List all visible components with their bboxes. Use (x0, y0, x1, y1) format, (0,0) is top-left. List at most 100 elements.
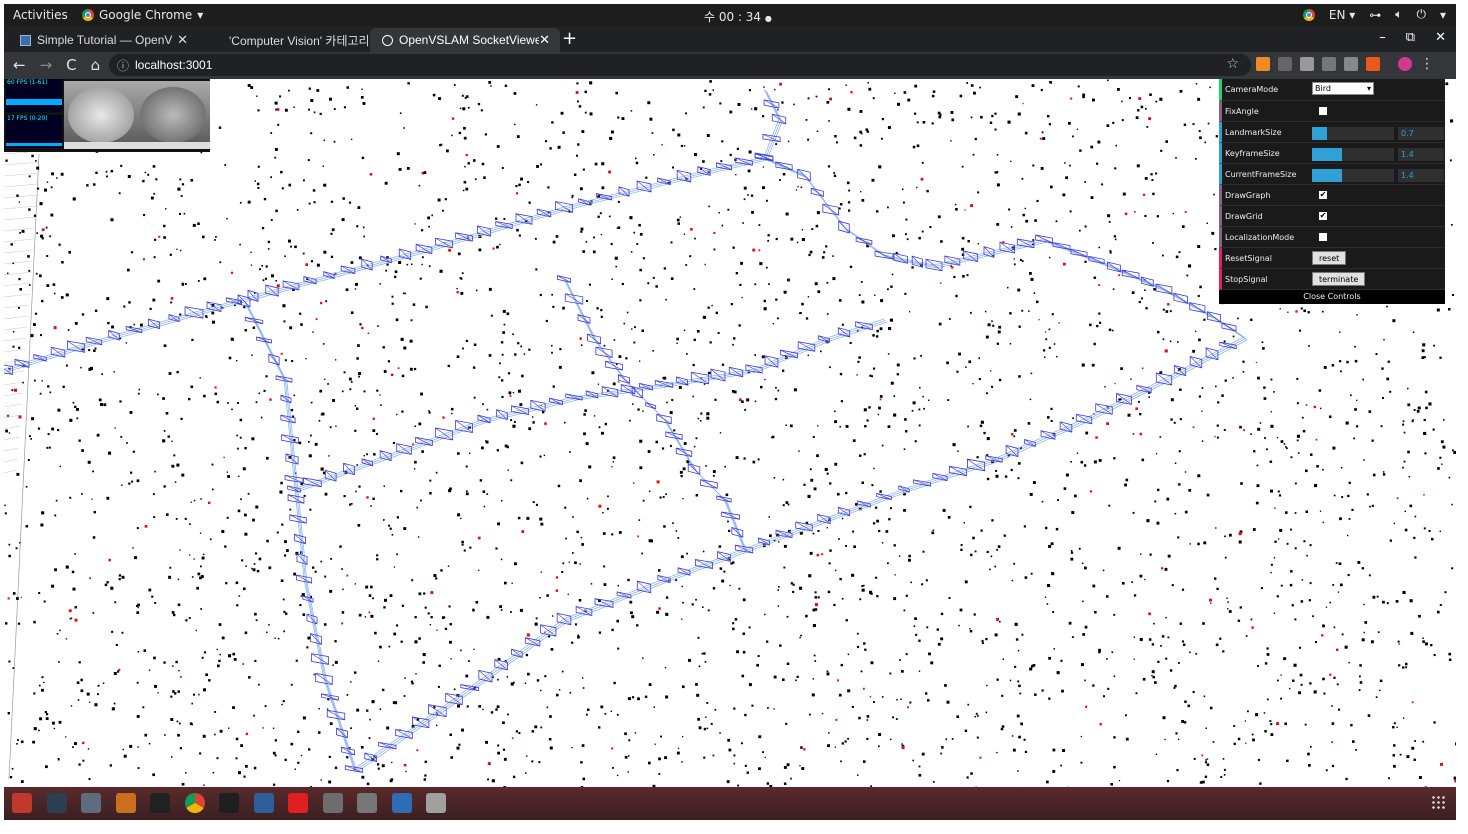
document-viewer-icon[interactable] (391, 793, 412, 813)
nav-buttons: ← → C ⌂ (13, 56, 100, 74)
settings-icon[interactable] (12, 793, 32, 813)
calendar-icon[interactable] (81, 793, 101, 813)
fps-graph-bottom: 17 FPS (0-20) (6, 115, 62, 148)
gnome-top-bar: Activities Google Chrome ▾ 수 00 : 34 ● E… (4, 4, 1456, 26)
tab-openvslam-socketviewer[interactable]: OpenVSLAM SocketViewe ✕ (370, 28, 560, 52)
draw-grid-checkbox[interactable]: ✔ (1319, 212, 1327, 220)
power-icon[interactable]: ⏻ (1416, 7, 1426, 22)
extensions-area: ⋮ (1256, 57, 1434, 71)
notification-dot: ● (764, 14, 772, 23)
landmark-size-input[interactable]: 0.7 (1398, 127, 1444, 140)
tab-computer-vision[interactable]: 'Computer Vision' 카테고리 ✕ (200, 28, 390, 52)
stop-signal-row: StopSignal terminate (1219, 269, 1445, 290)
extension-icon[interactable] (1344, 57, 1358, 71)
chrome-icon (82, 9, 94, 21)
current-frame-size-row: CurrentFrameSize 1.4 (1219, 164, 1445, 185)
fps-bar-top (6, 99, 62, 105)
camera-mode-value: Bird (1315, 84, 1331, 93)
camera-mode-select[interactable]: Bird ▾ (1312, 82, 1374, 95)
chrome-tray-icon[interactable] (1302, 8, 1315, 21)
address-bar[interactable]: ⓘ localhost:3001 ☆ (109, 54, 1251, 76)
extension-icon[interactable] (1300, 57, 1314, 71)
extension-icon[interactable] (1366, 57, 1380, 71)
fps-label-bottom: 17 FPS (0-20) (7, 115, 48, 122)
app-menu[interactable]: Google Chrome ▾ (82, 8, 203, 22)
extension-icon[interactable] (1322, 57, 1336, 71)
openvslam-viewer-canvas[interactable]: 60 FPS (1-61) 17 FPS (0-20) CameraMode B… (4, 79, 1456, 787)
current-frame-size-slider[interactable] (1312, 169, 1394, 182)
chevron-down-icon: ▾ (197, 8, 204, 22)
network-icon[interactable]: ⊶ (1369, 8, 1381, 22)
clock-text: 수 00 : 34 (704, 10, 762, 24)
ground-grid (4, 150, 41, 780)
app-menu-label: Google Chrome (99, 8, 193, 22)
current-frame-size-input[interactable]: 1.4 (1398, 169, 1444, 182)
media-player-icon[interactable] (288, 793, 308, 813)
site-info-icon[interactable]: ⓘ (117, 57, 129, 74)
calculator-icon[interactable] (46, 793, 67, 813)
tab-simple-tutorial[interactable]: Simple Tutorial — OpenV ✕ (8, 28, 198, 52)
landmark-size-slider[interactable] (1312, 127, 1394, 140)
close-icon[interactable]: ✕ (539, 32, 550, 48)
maximize-button[interactable]: ⧉ (1406, 30, 1415, 45)
system-tray[interactable]: EN ▾ ⊶ 🔈︎ ⏻ ▾ (1302, 7, 1446, 22)
draw-graph-row: DrawGraph ✔ (1219, 185, 1445, 206)
text-editor-icon[interactable] (426, 793, 446, 813)
minimize-button[interactable]: – (1379, 30, 1386, 45)
store-icon[interactable] (322, 793, 343, 813)
rocket-icon[interactable] (253, 793, 274, 813)
chrome-icon[interactable] (184, 793, 205, 813)
keyframes (4, 99, 1237, 773)
localization-mode-checkbox[interactable] (1319, 233, 1327, 241)
keyframe-size-row: KeyframeSize 1.4 (1219, 143, 1445, 164)
files-icon[interactable] (115, 793, 136, 813)
pycharm-icon[interactable] (219, 793, 239, 813)
keyframe-size-label: KeyframeSize (1225, 149, 1280, 158)
draw-graph-checkbox[interactable]: ✔ (1319, 191, 1327, 199)
slider-fill (1312, 127, 1327, 140)
fix-angle-label: FixAngle (1225, 107, 1259, 116)
rss-icon[interactable] (1256, 57, 1270, 71)
close-icon[interactable]: ✕ (177, 32, 188, 48)
fisheye-right (140, 87, 206, 143)
globe-icon (382, 34, 393, 46)
fix-angle-row: FixAngle (1219, 101, 1445, 122)
terminal-icon[interactable] (150, 793, 170, 813)
close-window-button[interactable]: ✕ (1435, 30, 1446, 45)
volume-icon[interactable]: 🔈︎ (1395, 7, 1402, 22)
activities-button[interactable]: Activities (13, 8, 68, 22)
game-icon[interactable] (357, 793, 377, 813)
reload-icon[interactable]: C (66, 56, 76, 74)
show-applications-icon[interactable] (1431, 795, 1446, 810)
home-icon[interactable]: ⌂ (91, 56, 101, 74)
extension-icon[interactable] (1278, 57, 1292, 71)
terminate-button[interactable]: terminate (1312, 272, 1366, 286)
window-controls: – ⧉ ✕ (1379, 30, 1446, 45)
reset-signal-label: ResetSignal (1225, 254, 1272, 263)
chevron-down-icon: ▾ (1366, 84, 1371, 93)
keyframe-size-input[interactable]: 1.4 (1398, 148, 1444, 161)
back-icon[interactable]: ← (13, 56, 26, 74)
fix-angle-checkbox[interactable] (1319, 107, 1327, 115)
reset-signal-row: ResetSignal reset (1219, 248, 1445, 269)
profile-avatar[interactable] (1398, 57, 1412, 71)
clock[interactable]: 수 00 : 34 ● (704, 8, 772, 25)
draw-graph-label: DrawGraph (1225, 191, 1271, 200)
controls-panel: CameraMode Bird ▾ FixAngle LandmarkSize 0… (1219, 79, 1445, 304)
forward-icon[interactable]: → (40, 56, 53, 74)
language-selector[interactable]: EN ▾ (1329, 8, 1355, 22)
tab-strip: Simple Tutorial — OpenV ✕ 'Computer Visi… (4, 26, 1456, 52)
chrome-menu-icon[interactable]: ⋮ (1420, 57, 1434, 71)
landmark-size-label: LandmarkSize (1225, 128, 1282, 137)
keyframe-size-slider[interactable] (1312, 148, 1394, 161)
new-tab-button[interactable]: + (562, 28, 577, 49)
reset-button[interactable]: reset (1312, 251, 1347, 265)
document-icon (20, 34, 31, 46)
blog-icon (212, 35, 223, 46)
fps-label-top: 60 FPS (1-61) (7, 79, 48, 86)
localization-mode-row: LocalizationMode (1219, 227, 1445, 248)
bookmark-star-icon[interactable]: ☆ (1226, 56, 1239, 72)
close-controls-button[interactable]: Close Controls (1219, 290, 1445, 304)
url-text[interactable]: localhost:3001 (135, 58, 212, 72)
chevron-down-icon[interactable]: ▾ (1440, 8, 1446, 22)
